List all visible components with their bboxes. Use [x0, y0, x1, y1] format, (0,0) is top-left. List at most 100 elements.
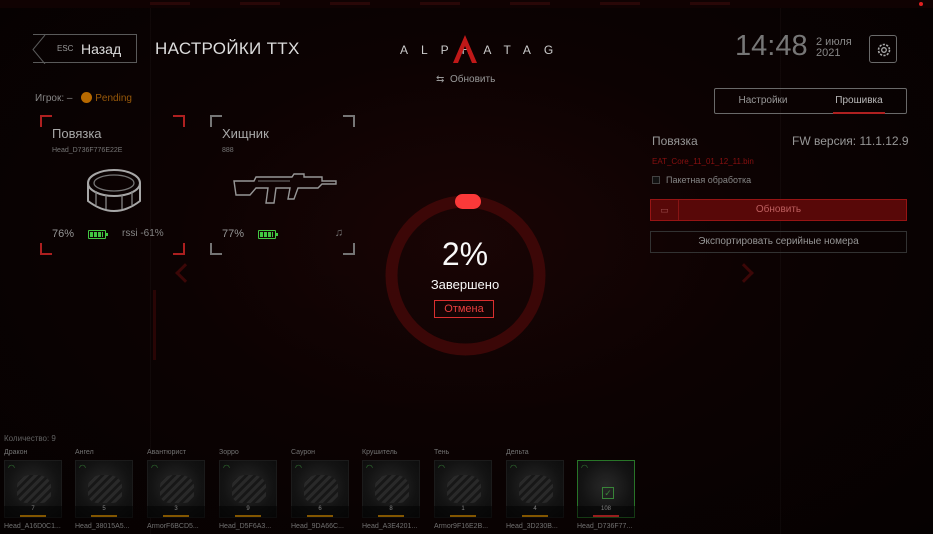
checkbox-box[interactable]: [652, 176, 660, 184]
device-tile[interactable]: Ангел ◠ 5 Head_38015A5...: [71, 449, 133, 534]
device-avatar: [304, 475, 338, 503]
tile-count: 1: [434, 506, 492, 518]
tile-name: Зорро: [219, 449, 239, 456]
card-corner: [343, 115, 355, 127]
pending-label: Pending: [95, 93, 132, 104]
card-corner: [343, 243, 355, 255]
tile-name: Крушитель: [362, 449, 398, 456]
fw-version: FW версия: 11.1.12.9: [792, 134, 909, 148]
panel-device-name: Повязка: [652, 134, 698, 148]
card-corner: [40, 243, 52, 255]
gear-icon: [877, 43, 891, 57]
player-value: –: [66, 93, 73, 104]
battery-percent: 77%: [222, 228, 245, 240]
tile-id: Head_38015A5...: [75, 523, 130, 530]
signal-icon: ◠: [8, 463, 15, 472]
device-tile[interactable]: Дракон ◠ 7 Head_A16D0C1...: [0, 449, 62, 534]
update-label: Обновить: [755, 204, 802, 215]
date: 2 июля 2021: [816, 37, 852, 59]
decor-line: [153, 290, 156, 360]
device-id: 888: [222, 147, 234, 154]
folder-icon[interactable]: ▭: [651, 200, 679, 220]
tile-count-value: 5: [102, 506, 106, 512]
firmware-file[interactable]: EAT_Core_11_01_12_11.bin: [652, 157, 754, 166]
device-avatar: [232, 475, 266, 503]
tab-settings[interactable]: Настройки: [715, 89, 811, 113]
back-button[interactable]: ESC Назад: [32, 34, 137, 64]
left-chevron-icon: [175, 263, 195, 283]
tile-count-value: 8: [389, 506, 393, 512]
device-tile-selected[interactable]: ◠ ✓ 108 Head_D736F77...: [573, 449, 635, 534]
date-year: 2021: [816, 47, 841, 59]
card-corner: [210, 243, 222, 255]
update-button[interactable]: ▭ Обновить: [650, 199, 907, 221]
tile-count-value: 6: [318, 506, 322, 512]
headband-icon: [87, 169, 141, 212]
tile-id: Head_A16D0C1...: [4, 523, 61, 530]
refresh-label: Обновить: [450, 74, 496, 85]
signal-icon: ◠: [438, 463, 445, 472]
tile-id: Armor9F16E2B...: [434, 523, 489, 530]
player-status: Игрок: – Pending: [35, 92, 132, 104]
device-avatar: [519, 475, 553, 503]
device-avatar: [160, 475, 194, 503]
signal-icon: ◠: [510, 463, 517, 472]
close-dot-icon[interactable]: [919, 2, 923, 6]
tile-count-value: 9: [246, 506, 250, 512]
batch-checkbox[interactable]: Пакетная обработка: [652, 175, 751, 185]
device-tile[interactable]: Дельта ◠ 4 Head_3D230B...: [502, 449, 564, 534]
refresh-button[interactable]: ⇆ Обновить: [436, 74, 495, 85]
tile-count-value: 7: [31, 506, 35, 512]
rifle-icon: [233, 173, 337, 204]
bell-icon: ♫: [334, 227, 343, 239]
device-tile[interactable]: Тень ◠ 1 Armor9F16E2B...: [430, 449, 492, 534]
tile-id: Head_A3E4201...: [362, 523, 418, 530]
battery-icon: [88, 230, 108, 239]
device-avatar: [88, 475, 122, 503]
tile-id: Head_9DA66C...: [291, 523, 344, 530]
export-serials-button[interactable]: Экспортировать серийные номера: [650, 231, 907, 253]
quantity-label: Количество: 9: [4, 434, 56, 443]
tile-count: 4: [506, 506, 564, 518]
refresh-icon: ⇆: [436, 74, 445, 85]
device-card-headband[interactable]: Повязка Head_D736F776E22E 76% rssi -61%: [40, 115, 185, 255]
card-corner: [173, 115, 185, 127]
progress-percent: 2%: [441, 236, 489, 272]
device-card-weapon[interactable]: Хищник 888 77% ♫: [210, 115, 355, 255]
tile-id: Head_D736F77...: [577, 523, 633, 530]
title-strip-decor: [150, 2, 750, 5]
tile-name: Саурон: [291, 449, 316, 456]
signal-icon: ◠: [295, 463, 302, 472]
progress-gauge: [385, 194, 546, 356]
device-tile[interactable]: Саурон ◠ 6 Head_9DA66C...: [287, 449, 349, 534]
player-label: Игрок:: [35, 93, 65, 104]
signal-icon: ◠: [366, 463, 373, 472]
tile-name: Дракон: [4, 449, 28, 456]
back-chevron-icon: [32, 35, 46, 64]
settings-button[interactable]: [869, 35, 897, 63]
battery-percent: 76%: [52, 228, 75, 240]
tile-count: 3: [147, 506, 205, 518]
signal-icon: ◠: [581, 463, 588, 472]
tile-count-value: 4: [533, 506, 537, 512]
tile-name: Тень: [434, 449, 450, 456]
app-window: ESC Назад НАСТРОЙКИ ТТХ ALPHATAG ⇆ Обнови…: [0, 0, 933, 534]
device-tile[interactable]: Зорро ◠ 9 Head_D5F6A3...: [215, 449, 277, 534]
tile-count: 6: [291, 506, 349, 518]
pending-dot-icon: [81, 92, 93, 103]
right-chevron-icon: [734, 263, 754, 283]
cancel-button[interactable]: Отмена: [434, 300, 494, 318]
device-avatar: [17, 475, 51, 503]
device-name: Повязка: [52, 126, 102, 141]
device-tile[interactable]: Крушитель ◠ 8 Head_A3E4201...: [358, 449, 420, 534]
esc-hint: ESC: [57, 44, 74, 53]
battery-icon: [258, 230, 278, 239]
tab-firmware[interactable]: Прошивка: [811, 89, 907, 114]
device-avatar: [375, 475, 409, 503]
tile-count-value: 1: [461, 506, 465, 512]
device-tile[interactable]: Авантюрист ◠ 3 ArmorF6BCD5...: [143, 449, 205, 534]
device-id: Head_D736F776E22E: [52, 147, 123, 154]
tile-count: 8: [362, 506, 420, 518]
logo-text: ALPHATAG: [400, 43, 567, 57]
device-strip: Дракон ◠ 7 Head_A16D0C1... Ангел ◠ 5 Hea…: [0, 449, 933, 534]
